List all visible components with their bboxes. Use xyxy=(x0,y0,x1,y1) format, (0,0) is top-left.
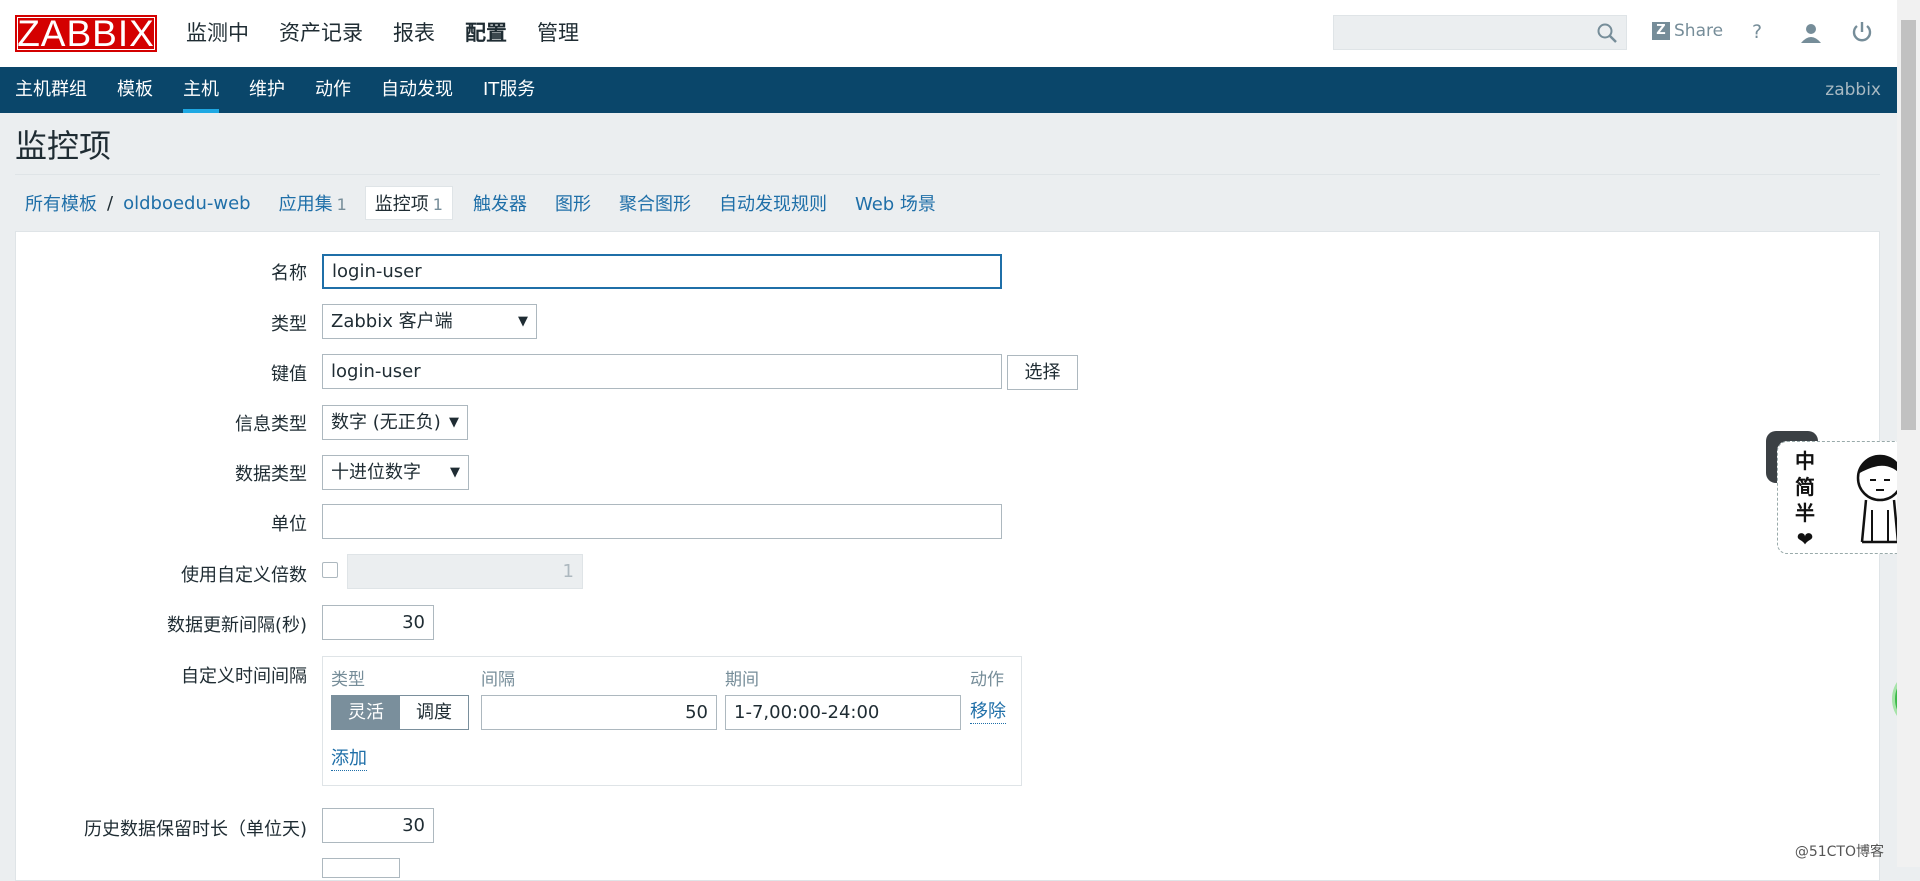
name-label: 名称 xyxy=(271,263,307,284)
tab-applications[interactable]: 应用集 1 xyxy=(279,190,347,216)
breadcrumb: 所有模板 / oldboedu-web 应用集 1 监控项 1 触发器 图形 聚合图… xyxy=(25,186,936,220)
page-title: 监控项 xyxy=(15,127,112,165)
logout-power-icon[interactable] xyxy=(1851,21,1873,43)
interval-type-toggle: 灵活 调度 xyxy=(331,695,469,730)
search-icon[interactable] xyxy=(1596,22,1618,44)
key-input[interactable]: login-user xyxy=(322,354,1002,389)
interval-type-scheduling[interactable]: 调度 xyxy=(400,696,468,729)
multiplier-checkbox[interactable] xyxy=(322,562,338,578)
key-select-button[interactable]: 选择 xyxy=(1007,355,1078,390)
menu-reports[interactable]: 报表 xyxy=(393,0,435,67)
history-input[interactable]: 30 xyxy=(322,808,434,843)
submenu-it-services[interactable]: IT服务 xyxy=(483,67,535,113)
add-interval-link[interactable]: 添加 xyxy=(331,748,367,771)
main-menu: 监测中 资产记录 报表 配置 管理 xyxy=(186,0,609,67)
type-label: 类型 xyxy=(271,314,307,335)
page-scrollbar[interactable] xyxy=(1897,0,1920,867)
update-interval-input[interactable]: 30 xyxy=(322,605,434,640)
watermark: @51CTO博客 xyxy=(1794,844,1884,860)
tab-items[interactable]: 监控项 1 xyxy=(364,186,453,220)
name-input[interactable]: login-user xyxy=(322,254,1002,289)
custom-interval-input[interactable]: 50 xyxy=(481,695,717,730)
units-input[interactable] xyxy=(322,504,1002,539)
info-type-select[interactable]: 数字 (无正负) xyxy=(322,405,468,440)
sub-menu: 主机群组 模板 主机 维护 动作 自动发现 IT服务 xyxy=(15,67,565,113)
scrollbar-thumb[interactable] xyxy=(1901,20,1916,430)
doodle-text: 中简半❤ xyxy=(1795,449,1815,551)
trends-input-partial[interactable] xyxy=(322,858,400,878)
share-z-icon: Z xyxy=(1652,22,1670,40)
custom-intervals-label: 自定义时间间隔 xyxy=(181,666,307,687)
breadcrumb-host[interactable]: oldboedu-web xyxy=(123,193,251,214)
menu-inventory[interactable]: 资产记录 xyxy=(279,0,363,67)
submenu-host-groups[interactable]: 主机群组 xyxy=(15,67,87,113)
ci-header-action: 动作 xyxy=(970,670,1004,690)
remove-interval-link[interactable]: 移除 xyxy=(970,701,1006,724)
submenu-maintenance[interactable]: 维护 xyxy=(249,67,285,113)
data-type-select[interactable]: 十进位数字 xyxy=(322,455,469,490)
title-divider xyxy=(15,174,1880,175)
ci-header-period: 期间 xyxy=(725,670,759,690)
data-type-label: 数据类型 xyxy=(235,464,307,485)
history-label: 历史数据保留时长（单位天) xyxy=(83,819,307,840)
custom-intervals-table: 类型 间隔 期间 动作 灵活 调度 50 1-7,00:00-24:00 移除 … xyxy=(322,656,1022,786)
tab-web-scenarios[interactable]: Web 场景 xyxy=(855,190,936,216)
top-bar: ZABBIX 监测中 资产记录 报表 配置 管理 Z Share ? xyxy=(0,0,1897,67)
multiplier-input: 1 xyxy=(347,554,583,589)
user-profile-icon[interactable] xyxy=(1800,22,1822,44)
share-button[interactable]: Z Share xyxy=(1652,21,1723,41)
multiplier-label: 使用自定义倍数 xyxy=(181,565,307,586)
units-label: 单位 xyxy=(271,514,307,535)
key-label: 键值 xyxy=(271,364,307,385)
menu-configuration[interactable]: 配置 xyxy=(465,0,507,67)
submenu-actions[interactable]: 动作 xyxy=(315,67,351,113)
search-input[interactable] xyxy=(1333,15,1627,50)
zabbix-logo[interactable]: ZABBIX xyxy=(15,15,157,52)
sub-menu-bar: 主机群组 模板 主机 维护 动作 自动发现 IT服务 zabbix xyxy=(0,67,1897,113)
tab-triggers[interactable]: 触发器 xyxy=(473,190,527,216)
tab-graphs[interactable]: 图形 xyxy=(555,190,591,216)
custom-period-input[interactable]: 1-7,00:00-24:00 xyxy=(725,695,961,730)
type-select[interactable]: Zabbix 客户端 xyxy=(322,304,537,339)
ci-header-type: 类型 xyxy=(331,670,365,690)
menu-administration[interactable]: 管理 xyxy=(537,0,579,67)
server-name: zabbix xyxy=(1825,80,1881,100)
ci-header-interval: 间隔 xyxy=(481,670,515,690)
breadcrumb-separator: / xyxy=(107,192,114,214)
update-interval-label: 数据更新间隔(秒) xyxy=(166,615,307,636)
submenu-templates[interactable]: 模板 xyxy=(117,67,153,113)
menu-monitoring[interactable]: 监测中 xyxy=(186,0,249,67)
help-icon[interactable]: ? xyxy=(1752,21,1762,43)
submenu-discovery[interactable]: 自动发现 xyxy=(381,67,453,113)
tab-discovery-rules[interactable]: 自动发现规则 xyxy=(719,190,827,216)
tab-screens[interactable]: 聚合图形 xyxy=(619,190,691,216)
submenu-hosts[interactable]: 主机 xyxy=(183,67,219,113)
interval-type-flexible[interactable]: 灵活 xyxy=(332,696,400,729)
info-type-label: 信息类型 xyxy=(235,414,307,435)
breadcrumb-all-templates[interactable]: 所有模板 xyxy=(25,190,97,216)
